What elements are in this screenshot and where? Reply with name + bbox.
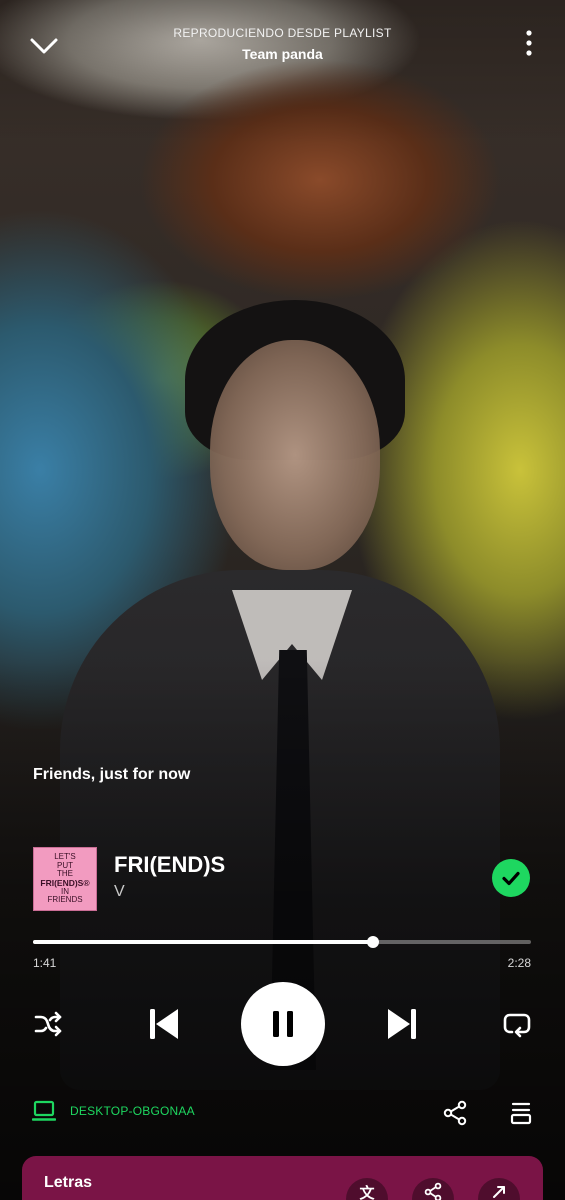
track-title[interactable]: FRI(END)S xyxy=(114,852,225,878)
player-header: REPRODUCIENDO DESDE PLAYLIST Team panda xyxy=(0,0,565,80)
translate-icon: 文 xyxy=(359,1184,375,1200)
cover-text-line: FRIENDS xyxy=(47,895,83,905)
queue-button[interactable] xyxy=(508,1100,534,1126)
previous-button[interactable] xyxy=(144,1002,184,1046)
connect-device-button[interactable]: DESKTOP-OBGONAA xyxy=(32,1100,195,1122)
playing-context[interactable]: REPRODUCIENDO DESDE PLAYLIST Team panda xyxy=(110,26,455,62)
expand-icon xyxy=(493,1186,505,1198)
track-artist[interactable]: V xyxy=(114,883,125,901)
total-time: 2:28 xyxy=(507,956,531,970)
lyrics-card-title: Letras xyxy=(44,1174,93,1191)
laptop-icon xyxy=(32,1100,56,1121)
lyrics-card[interactable]: Letras 文 xyxy=(22,1156,543,1200)
device-name: DESKTOP-OBGONAA xyxy=(70,1104,195,1118)
share-icon xyxy=(443,1100,467,1126)
shuffle-icon xyxy=(34,1011,62,1037)
pause-button[interactable] xyxy=(241,982,325,1066)
canvas-lyric-line: Friends, just for now xyxy=(33,766,191,783)
context-label: REPRODUCIENDO DESDE PLAYLIST xyxy=(173,26,392,40)
album-cover[interactable]: LET'S PUT THE FRI(END)S® IN FRIENDS xyxy=(33,847,97,911)
pause-icon xyxy=(273,1011,293,1037)
repeat-icon xyxy=(503,1013,531,1038)
share-icon xyxy=(424,1182,442,1200)
elapsed-time: 1:41 xyxy=(33,956,57,970)
next-button[interactable] xyxy=(382,1002,422,1046)
expand-lyrics-button[interactable] xyxy=(478,1178,520,1200)
playlist-name: Team panda xyxy=(242,46,323,62)
queue-icon xyxy=(510,1102,532,1125)
lyrics-share-button[interactable] xyxy=(412,1178,454,1200)
liked-button[interactable] xyxy=(492,859,530,897)
progress-fill xyxy=(33,940,373,944)
more-options-button[interactable] xyxy=(523,28,535,58)
check-icon xyxy=(502,871,520,886)
progress-thumb[interactable] xyxy=(366,936,379,948)
skip-previous-icon xyxy=(150,1009,178,1039)
collapse-button[interactable] xyxy=(26,28,62,64)
translate-button[interactable]: 文 xyxy=(346,1178,388,1200)
chevron-down-icon xyxy=(30,38,58,54)
progress-bar[interactable] xyxy=(33,936,531,948)
share-button[interactable] xyxy=(442,1100,468,1126)
repeat-button[interactable] xyxy=(499,1006,535,1042)
skip-next-icon xyxy=(388,1009,416,1039)
shuffle-button[interactable] xyxy=(30,1006,66,1042)
more-vertical-icon xyxy=(526,30,532,56)
